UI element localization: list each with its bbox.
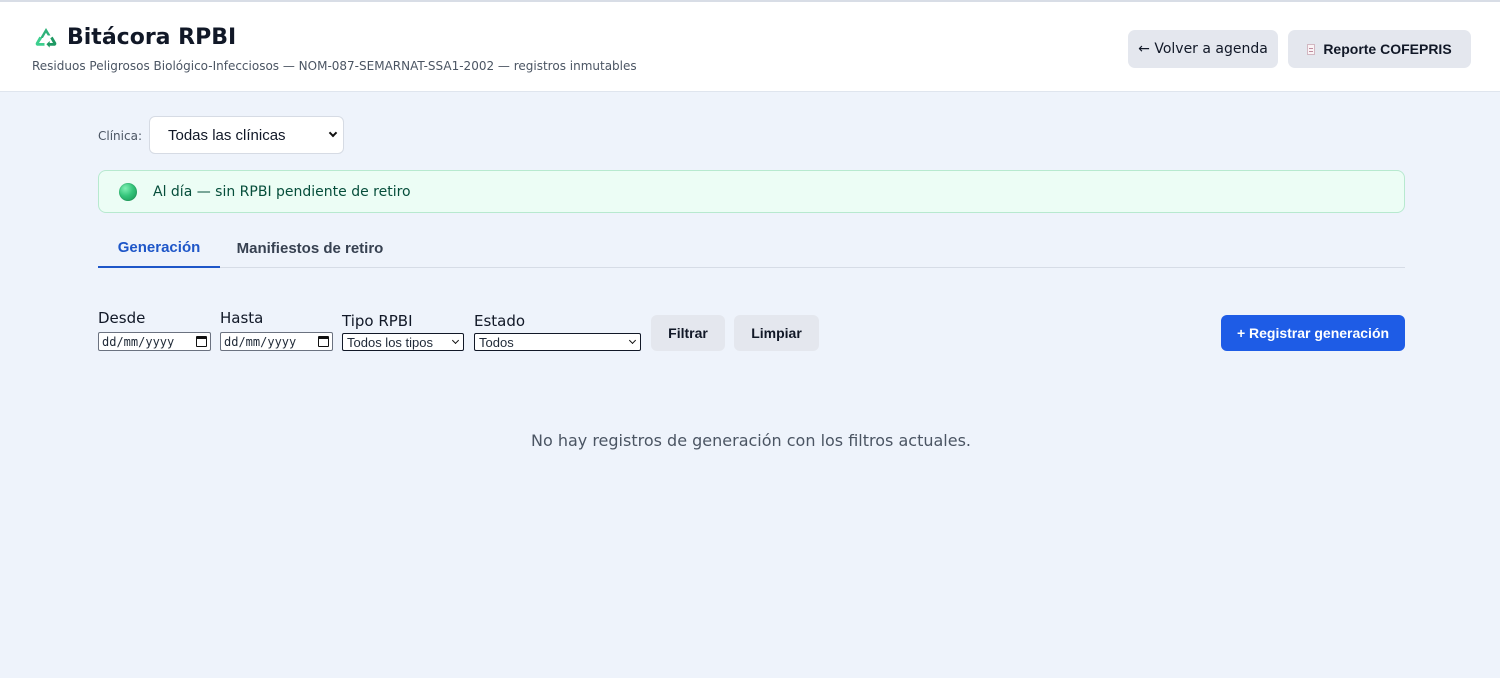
to-date-label: Hasta (220, 309, 264, 327)
rpbi-type-select[interactable]: Todos los tipos (342, 333, 464, 351)
filter-button[interactable]: Filtrar (651, 315, 725, 351)
recycle-icon (34, 26, 58, 50)
state-label: Estado (474, 312, 526, 330)
to-date-value: dd/mm/yyyy (224, 334, 297, 349)
clear-button[interactable]: Limpiar (734, 315, 819, 351)
back-to-agenda-button[interactable]: ← Volver a agenda (1128, 30, 1278, 68)
from-date-label: Desde (98, 309, 146, 327)
from-date-input[interactable]: dd/mm/yyyy (98, 332, 211, 351)
status-text: Al día — sin RPBI pendiente de retiro (153, 183, 411, 200)
clear-button-label: Limpiar (751, 325, 802, 341)
filter-button-label: Filtrar (668, 325, 708, 341)
to-date-input[interactable]: dd/mm/yyyy (220, 332, 333, 351)
status-banner: Al día — sin RPBI pendiente de retiro (98, 170, 1405, 213)
green-status-dot-icon (119, 182, 137, 201)
page-header: Bitácora RPBI Residuos Peligrosos Biológ… (0, 0, 1500, 92)
page-title: Bitácora RPBI (67, 25, 237, 50)
register-generation-label: + Registrar generación (1236, 325, 1390, 341)
from-date-value: dd/mm/yyyy (102, 334, 175, 349)
document-icon (1307, 43, 1316, 55)
clinic-filter-label: Clínica: (98, 129, 142, 143)
empty-state-message: No hay registros de generación con los f… (530, 431, 971, 450)
tabs: Generación Manifiestos de retiro (98, 228, 1405, 268)
state-select[interactable]: Todos (474, 333, 641, 351)
chevron-down-icon (328, 128, 338, 138)
chevron-down-icon (628, 336, 637, 345)
register-generation-button[interactable]: + Registrar generación (1221, 315, 1405, 351)
title-row: Bitácora RPBI (34, 25, 236, 50)
chevron-down-icon (451, 336, 460, 345)
tab-generation[interactable]: Generación (98, 228, 220, 268)
rpbi-type-value: Todos los tipos (347, 334, 433, 350)
clinic-select-value: Todas las clínicas (168, 126, 286, 144)
calendar-icon (196, 336, 207, 347)
tab-withdrawal-manifests[interactable]: Manifiestos de retiro (220, 228, 400, 268)
rpbi-type-label: Tipo RPBI (342, 312, 413, 330)
cofepris-report-button[interactable]: Reporte COFEPRIS (1288, 30, 1471, 68)
tab-generation-label: Generación (117, 238, 201, 256)
tab-withdrawal-manifests-label: Manifiestos de retiro (236, 239, 384, 257)
page-subtitle: Residuos Peligrosos Biológico-Infeccioso… (32, 59, 637, 73)
report-button-label: Reporte COFEPRIS (1323, 41, 1452, 57)
clinic-select[interactable]: Todas las clínicas (149, 116, 344, 154)
back-button-label: ← Volver a agenda (1138, 41, 1268, 57)
state-value: Todos (479, 334, 514, 350)
calendar-icon (318, 336, 329, 347)
